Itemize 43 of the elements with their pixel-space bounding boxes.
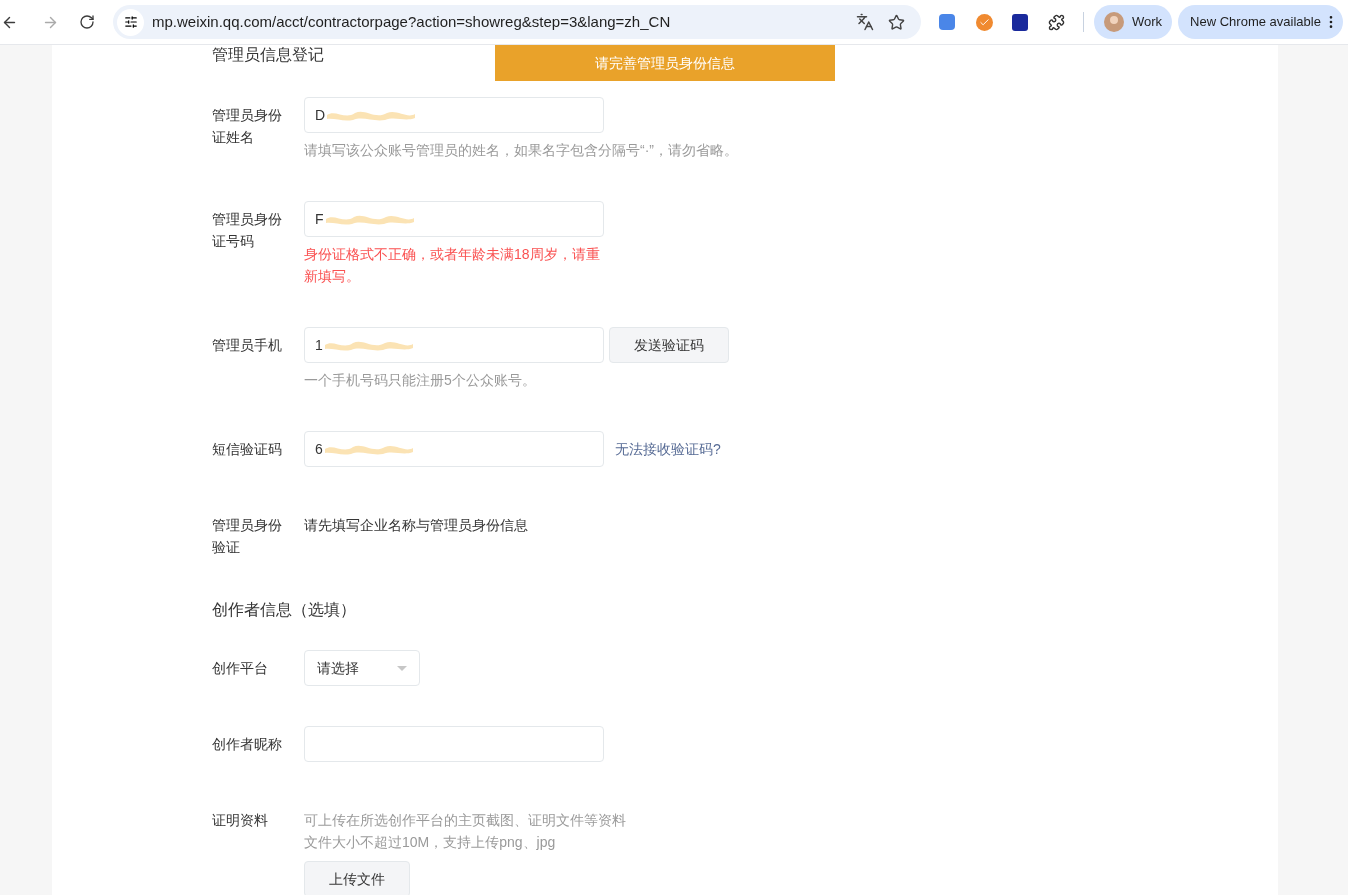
help-text: 文件大小不超过10M，支持上传png、jpg [304,833,557,852]
text-field[interactable]: 1 [304,327,604,363]
platform-dropdown[interactable]: 请选择 [304,650,420,686]
bookmark-star-icon[interactable] [888,13,905,31]
send-code-button[interactable]: 发送验证码 [609,327,729,363]
text-field[interactable]: D [304,97,604,133]
extension-icon[interactable] [1012,13,1028,31]
field-value: 1 [315,336,323,355]
field-label: 创作者昵称 [212,735,283,754]
field-value: F [315,210,324,229]
help-text: 一个手机号码只能注册5个公众账号。 [304,371,537,390]
extensions-icon[interactable] [1048,13,1065,31]
alert-banner: 请完善管理员身份信息 [495,45,835,81]
field-label: 证明资料 [212,811,269,830]
text-field[interactable]: 6 [304,431,604,467]
error-message: 身份证格式不正确，或者年龄未满18周岁，请重新填写。 [304,245,601,286]
field-value: D [315,106,326,125]
update-chrome-button[interactable]: New Chrome available [1178,5,1343,39]
help-text: 请填写该公众账号管理员的姓名，如果名字包含分隔号“·”，请勿省略。 [304,141,739,160]
section-title: 创作者信息（选填） [212,600,357,620]
help-link[interactable]: 无法接收验证码? [615,439,721,459]
upload-button[interactable]: 上传文件 [304,861,410,895]
url-text: mp.weixin.qq.com/acct/contractorpage?action=showreg&step=3&lang=zh_CN [152,11,671,32]
address-bar[interactable]: mp.weixin.qq.com/acct/contractorpage?action=showreg&step=3&lang=zh_CN [113,5,921,39]
reload-icon[interactable] [79,14,95,30]
field-label: 管理员身份验证 [212,516,283,557]
help-text: 可上传在所选创作平台的主页截图、证明文件等资料 [304,811,626,830]
caret-icon [397,665,407,671]
profile-button[interactable]: Work [1094,5,1173,39]
site-settings-icon[interactable] [117,8,144,36]
section-title: 管理员信息登记 [212,46,324,64]
field-label: 管理员手机 [212,336,283,355]
check-extension-icon[interactable] [976,13,993,31]
field-label: 创作平台 [212,659,269,678]
field-value: 6 [315,440,323,459]
field-label: 短信验证码 [212,440,283,459]
status-text: 请先填写企业名称与管理员身份信息 [304,516,528,535]
translate-icon[interactable] [856,13,874,31]
avatar-icon [1104,12,1124,32]
field-label: 管理员身份证号码 [212,210,283,251]
text-field[interactable] [304,726,604,762]
field-label: 管理员身份证姓名 [212,106,283,147]
text-field[interactable]: F [304,201,604,237]
